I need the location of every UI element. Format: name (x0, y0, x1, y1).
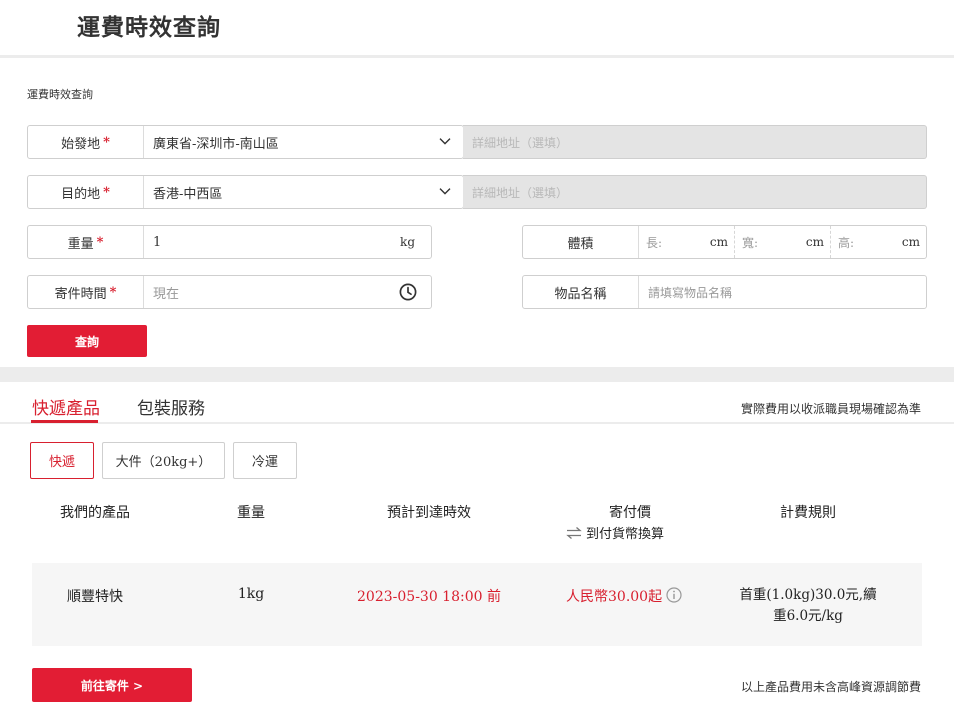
page-header: 運費時效查詢 (0, 0, 954, 58)
chevron-down-icon[interactable] (439, 188, 451, 196)
item-name-field[interactable]: 物品名稱 請填寫物品名稱 (522, 275, 927, 309)
destination-value: 香港-中西區 (153, 186, 223, 202)
height-input[interactable]: 高: cm (831, 226, 926, 258)
header-product: 我們的產品 (60, 505, 130, 521)
category-cold-chain[interactable]: 冷運 (233, 442, 297, 479)
width-unit: cm (805, 235, 824, 249)
weight-input[interactable]: 1 kg (144, 226, 431, 258)
clock-icon[interactable] (399, 283, 417, 301)
header-eta: 預計到達時效 (387, 505, 471, 521)
origin-value-field[interactable]: 廣東省-深圳市-南山區 (144, 126, 463, 158)
destination-select[interactable]: 目的地 * 香港-中西區 (27, 175, 464, 209)
origin-detail-placeholder: 詳細地址（選填） (472, 135, 569, 150)
section-label: 運費時效查詢 (27, 88, 93, 101)
send-time-field[interactable]: 寄件時間 * 現在 (27, 275, 432, 309)
row-rule-line2: 重6.0元/kg (773, 608, 843, 624)
volume-label: 體積 (523, 226, 639, 258)
row-rule-line1: 首重(1.0kg)30.0元,續 (739, 587, 877, 603)
destination-label: 目的地 * (28, 176, 144, 208)
query-button[interactable]: 查詢 (27, 325, 147, 357)
header-price: 寄付價 (609, 505, 651, 521)
category-express[interactable]: 快遞 (30, 442, 94, 479)
info-icon[interactable] (666, 587, 682, 603)
destination-detail-placeholder: 詳細地址（選填） (472, 185, 569, 200)
product-tabs: 快遞產品 包裝服務 實際費用以收派職員現場確認為準 (0, 382, 954, 424)
required-mark: * (109, 284, 117, 300)
height-unit: cm (901, 235, 920, 249)
currency-conversion-link[interactable]: 到付貨幣換算 (566, 523, 664, 542)
height-placeholder: 高: (838, 235, 855, 250)
weight-label: 重量 * (28, 226, 144, 258)
send-time-input[interactable]: 現在 (144, 276, 431, 308)
required-mark: * (103, 184, 110, 200)
item-name-input[interactable]: 請填寫物品名稱 (639, 276, 926, 308)
row-price: 人民幣30.00起 (566, 589, 663, 605)
length-unit: cm (709, 235, 728, 249)
header-rule: 計費規則 (780, 505, 836, 521)
row-rule: 首重(1.0kg)30.0元,續 重6.0元/kg (738, 585, 878, 627)
volume-inputs: 長: cm 寬: cm 高: cm (639, 226, 926, 258)
weight-unit: kg (400, 235, 415, 249)
go-ship-button[interactable]: 前往寄件 > (32, 668, 192, 702)
tab-packaging-services[interactable]: 包裝服務 (137, 394, 205, 419)
tab-express-products[interactable]: 快遞產品 (32, 394, 100, 419)
row-product: 順豐特快 (67, 589, 123, 605)
origin-value: 廣東省-深圳市-南山區 (153, 136, 279, 152)
send-time-placeholder: 現在 (153, 286, 180, 302)
currency-conversion-label: 到付貨幣換算 (586, 527, 665, 542)
fee-disclaimer: 實際費用以收派職員現場確認為準 (740, 402, 921, 416)
origin-detail-input[interactable]: 詳細地址（選填） (463, 125, 927, 159)
category-large-item[interactable]: 大件（20kg+） (102, 442, 225, 479)
width-input[interactable]: 寬: cm (735, 226, 831, 258)
origin-label: 始發地 * (28, 126, 144, 158)
required-mark: * (96, 234, 104, 250)
row-price-cell: 人民幣30.00起 (566, 586, 696, 606)
length-placeholder: 長: (646, 235, 663, 250)
weight-value: 1 (153, 234, 162, 250)
row-eta: 2023-05-30 18:00 前 (357, 589, 501, 605)
origin-select[interactable]: 始發地 * 廣東省-深圳市-南山區 (27, 125, 464, 159)
chevron-down-icon[interactable] (439, 138, 451, 146)
page-title: 運費時效查詢 (77, 14, 221, 41)
width-placeholder: 寬: (742, 235, 759, 250)
required-mark: * (103, 134, 110, 150)
header-weight: 重量 (237, 505, 265, 521)
section-divider (0, 367, 954, 382)
weight-field[interactable]: 重量 * 1 kg (27, 225, 432, 259)
item-name-label: 物品名稱 (523, 276, 639, 308)
volume-field[interactable]: 體積 長: cm 寬: cm 高: cm (522, 225, 927, 259)
length-input[interactable]: 長: cm (639, 226, 735, 258)
destination-detail-input[interactable]: 詳細地址（選填） (463, 175, 927, 209)
row-weight: 1kg (237, 586, 265, 602)
send-time-label: 寄件時間 * (28, 276, 144, 308)
active-tab-indicator (31, 420, 98, 423)
destination-value-field[interactable]: 香港-中西區 (144, 176, 463, 208)
item-name-placeholder: 請填寫物品名稱 (648, 285, 733, 300)
peak-fee-note: 以上產品費用未含高峰資源調節費 (740, 680, 921, 694)
swap-arrows-icon (566, 526, 582, 539)
